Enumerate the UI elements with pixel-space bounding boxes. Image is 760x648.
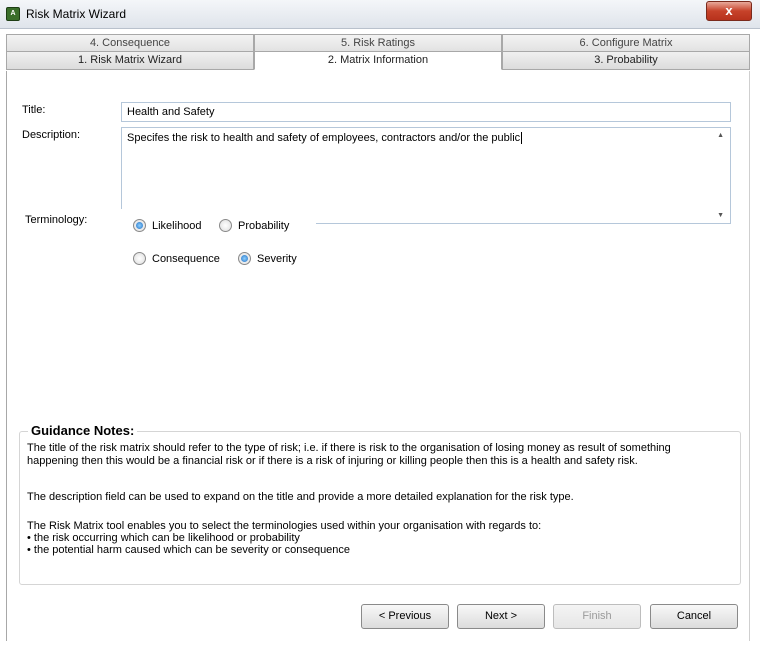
close-icon: x — [725, 3, 733, 18]
guidance-notes-heading: Guidance Notes: — [28, 423, 138, 438]
tab-configure-matrix[interactable]: 6. Configure Matrix — [502, 34, 750, 51]
likelihood-radio[interactable] — [133, 219, 146, 232]
app-icon: A — [6, 7, 20, 21]
guidance-bullet-2: • the potential harm caused which can be… — [27, 544, 351, 556]
probability-radio[interactable] — [219, 219, 232, 232]
likelihood-option[interactable]: Likelihood — [133, 219, 202, 232]
guidance-paragraph-1-line-2: happening then this would be a financial… — [27, 455, 638, 467]
tab-risk-ratings[interactable]: 5. Risk Ratings — [254, 34, 502, 51]
finish-button[interactable]: Finish — [553, 604, 641, 629]
title-label: Title: — [22, 104, 46, 116]
close-button[interactable]: x — [706, 1, 752, 21]
description-label: Description: — [22, 129, 81, 141]
window-title: Risk Matrix Wizard — [26, 7, 127, 21]
title-input[interactable]: Health and Safety — [121, 102, 731, 122]
next-button[interactable]: Next > — [457, 604, 545, 629]
cancel-button[interactable]: Cancel — [650, 604, 738, 629]
guidance-paragraph-3: The Risk Matrix tool enables you to sele… — [27, 520, 542, 532]
probability-option[interactable]: Probability — [219, 219, 289, 232]
tab-matrix-information[interactable]: 2. Matrix Information — [254, 51, 502, 70]
guidance-paragraph-1-line-1: The title of the risk matrix should refe… — [27, 442, 671, 454]
consequence-radio[interactable] — [133, 252, 146, 265]
tab-consequence[interactable]: 4. Consequence — [6, 34, 254, 51]
risk-matrix-wizard-window: A Risk Matrix Wizard x 4. Consequence 5.… — [0, 0, 760, 648]
scroll-up-icon[interactable]: ▲ — [717, 132, 724, 139]
tab-probability[interactable]: 3. Probability — [502, 51, 750, 70]
guidance-bullet-1: • the risk occurring which can be likeli… — [27, 532, 300, 544]
consequence-option[interactable]: Consequence — [133, 252, 220, 265]
description-text: Specifes the risk to health and safety o… — [127, 132, 521, 144]
consequence-label: Consequence — [152, 252, 220, 265]
severity-radio[interactable] — [238, 252, 251, 265]
guidance-paragraph-2: The description field can be used to exp… — [27, 491, 574, 503]
severity-option[interactable]: Severity — [238, 252, 297, 265]
previous-button[interactable]: < Previous — [361, 604, 449, 629]
title-bar: A Risk Matrix Wizard x — [0, 0, 760, 29]
severity-label: Severity — [257, 252, 297, 265]
likelihood-label: Likelihood — [152, 219, 202, 232]
tab-risk-matrix-wizard[interactable]: 1. Risk Matrix Wizard — [6, 51, 254, 70]
terminology-label: Terminology: — [25, 214, 88, 226]
probability-label: Probability — [238, 219, 290, 232]
scroll-down-icon[interactable]: ▼ — [717, 212, 724, 219]
